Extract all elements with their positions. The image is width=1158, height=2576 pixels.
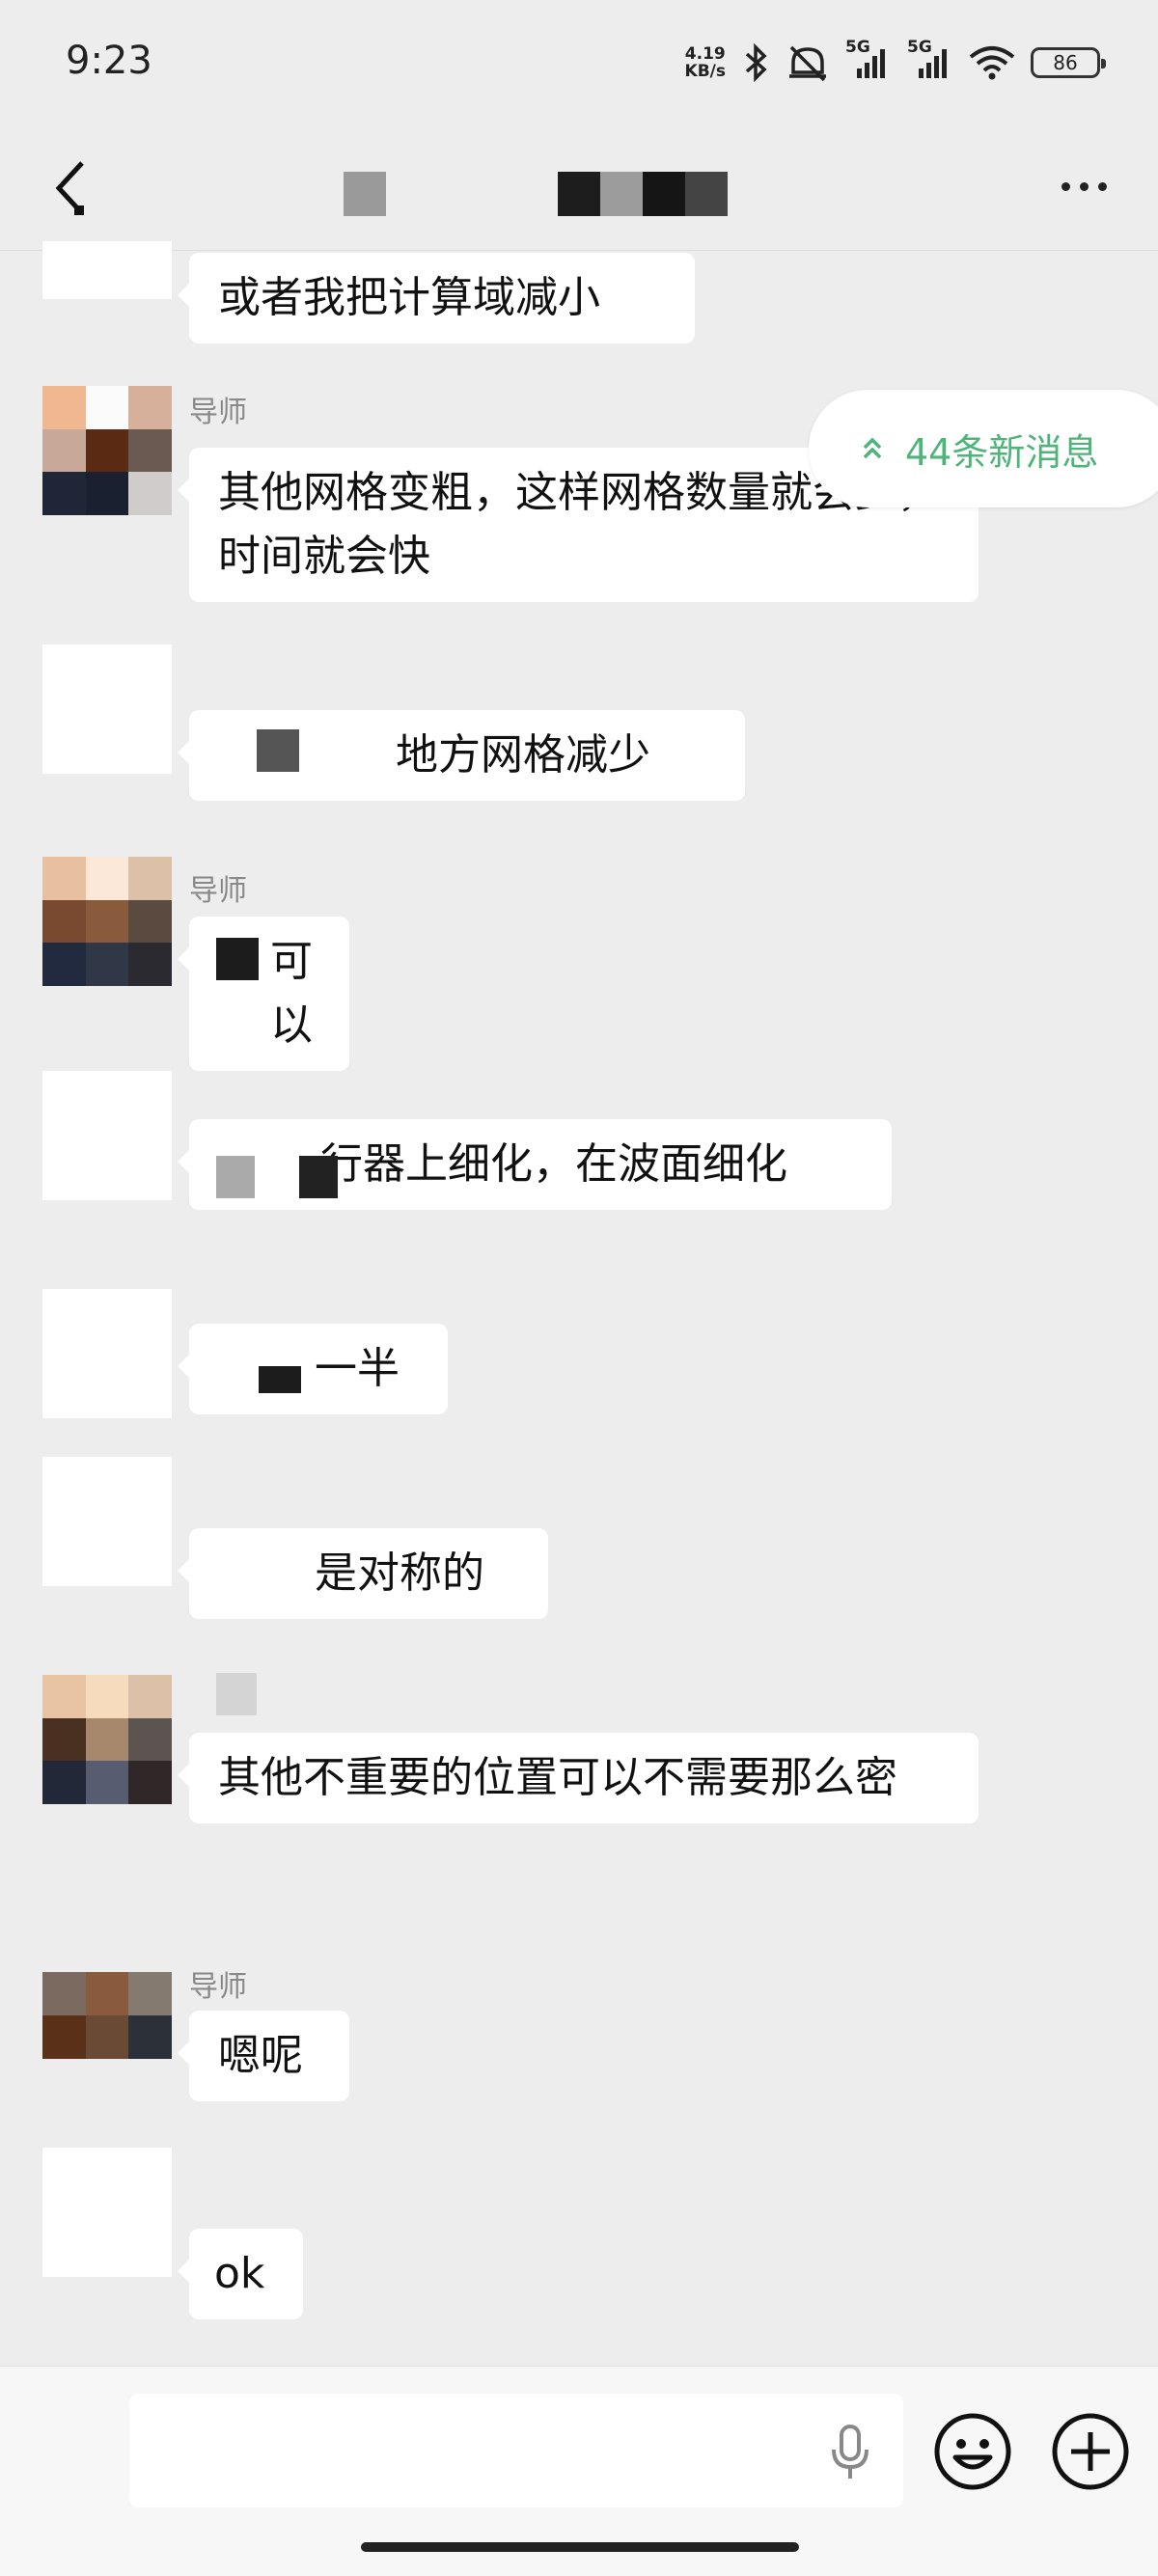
message-bubble[interactable]: 行器上细化，在波面细化 — [178, 1119, 892, 1210]
message-bubble[interactable]: ok — [178, 2229, 303, 2319]
message-text: ok — [214, 2249, 265, 2298]
chat-title-redacted — [558, 172, 600, 216]
avatar[interactable] — [42, 1071, 172, 1200]
network-speed-unit: KB/s — [684, 62, 726, 81]
signal-2-label: 5G — [907, 38, 932, 57]
back-arrow-icon — [55, 161, 84, 215]
message-input[interactable] — [129, 2394, 903, 2507]
battery-level: 86 — [1053, 51, 1078, 74]
message-text: 可以 — [270, 937, 313, 1050]
avatar[interactable] — [42, 857, 172, 986]
wifi-icon — [967, 43, 1017, 82]
message-bubble[interactable]: 其他不重要的位置可以不需要那么密 — [178, 1733, 979, 1823]
message-text: 嗯呢 — [218, 2031, 303, 2080]
back-button[interactable] — [39, 154, 106, 222]
message-bubble[interactable]: 可以 — [178, 917, 349, 1071]
status-icons: 4.19 KB/s 5G 5G 86 — [685, 38, 1106, 87]
new-messages-label: 44条新消息 — [905, 430, 1099, 474]
redacted-block — [216, 938, 259, 980]
avatar[interactable] — [42, 1675, 172, 1804]
network-speed-value: 4.19 — [684, 44, 726, 64]
message-bubble[interactable]: 嗯呢 — [178, 2011, 349, 2101]
message-text: 或者我把计算域减小 — [218, 273, 600, 322]
redacted-block — [216, 1673, 257, 1715]
avatar[interactable] — [42, 1289, 172, 1418]
sender-name: 导师 — [189, 874, 247, 908]
alarm-off-icon — [786, 43, 830, 82]
avatar[interactable] — [42, 1457, 172, 1586]
avatar[interactable] — [42, 241, 172, 299]
message-text: 行器上细化，在波面细化 — [320, 1139, 787, 1189]
message-text: 一半 — [315, 1344, 400, 1393]
message-bubble[interactable]: 一半 — [178, 1324, 448, 1414]
home-indicator[interactable] — [361, 2542, 799, 2552]
signal-icon-2: 5G — [905, 38, 953, 82]
message-text: 是对称的 — [315, 1548, 484, 1598]
redacted-block — [216, 1156, 255, 1198]
status-time: 9:23 — [66, 39, 152, 83]
input-bar — [0, 2366, 1158, 2576]
microphone-icon[interactable] — [828, 2423, 872, 2488]
chat-title-redacted — [344, 172, 386, 216]
avatar[interactable] — [42, 386, 172, 515]
chat-title-redacted — [685, 172, 728, 216]
more-dots-icon — [1061, 181, 1070, 191]
signal-1-label: 5G — [845, 38, 870, 57]
sender-name: 导师 — [189, 396, 247, 429]
status-bar: 9:23 4.19 KB/s 5G 5G 86 — [0, 0, 1158, 125]
more-dots-icon — [1079, 181, 1089, 191]
redacted-block — [299, 1156, 338, 1198]
redacted-block — [259, 1366, 301, 1393]
bluetooth-icon — [739, 43, 772, 82]
sender-name: 导师 — [189, 1970, 247, 2004]
message-text: 地方网格减少 — [396, 730, 650, 780]
chat-title-redacted — [600, 172, 643, 216]
network-speed: 4.19 KB/s — [685, 45, 726, 80]
avatar[interactable] — [42, 2148, 172, 2277]
more-dots-icon — [1097, 181, 1107, 191]
signal-icon-1: 5G — [843, 38, 892, 82]
new-messages-button[interactable]: 44条新消息 — [809, 390, 1158, 507]
avatar[interactable] — [42, 1972, 172, 2059]
plus-icon[interactable] — [1050, 2411, 1131, 2496]
emoji-icon[interactable] — [932, 2411, 1013, 2496]
chat-header — [0, 125, 1158, 251]
chat-title-redacted — [643, 172, 685, 216]
redacted-block — [257, 729, 299, 772]
message-text: 其他不重要的位置可以不需要那么密 — [218, 1753, 897, 1802]
battery-icon: 86 — [1031, 47, 1106, 78]
more-button[interactable] — [1050, 162, 1117, 210]
message-bubble[interactable]: 是对称的 — [178, 1528, 548, 1619]
double-chevron-up-icon — [863, 437, 882, 459]
avatar[interactable] — [42, 644, 172, 774]
message-bubble[interactable]: 或者我把计算域减小 — [178, 253, 695, 343]
